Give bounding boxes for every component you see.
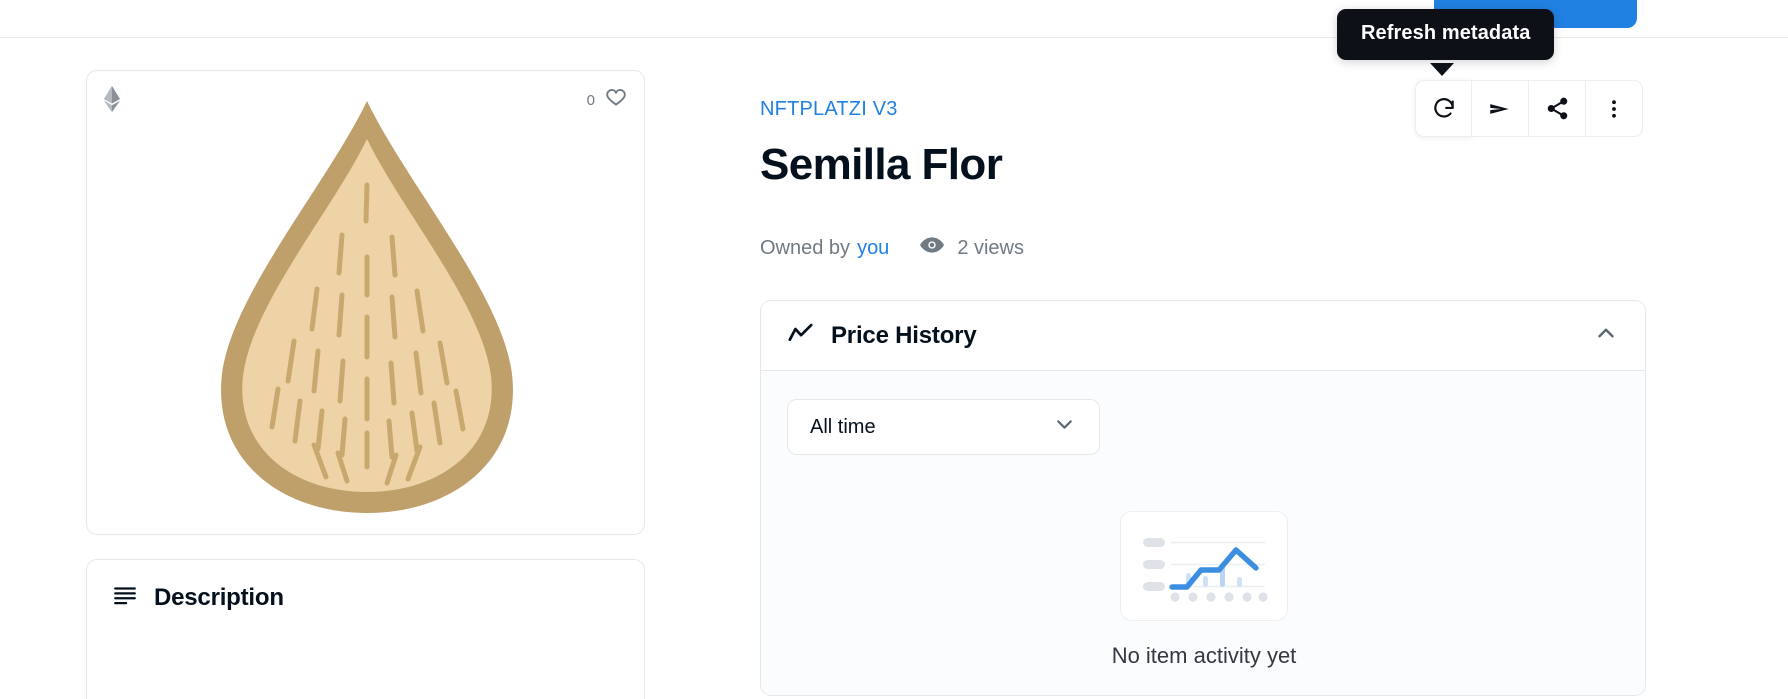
nft-artwork (87, 71, 644, 534)
ethereum-icon (101, 85, 123, 113)
like-counter[interactable]: 0 (587, 86, 628, 114)
list-lines-icon (112, 582, 138, 613)
price-history-title: Price History (831, 321, 977, 349)
refresh-icon (1431, 96, 1457, 122)
collection-link[interactable]: NFTPLATZI V3 (760, 98, 898, 121)
time-range-value: All time (810, 415, 876, 438)
empty-state-text: No item activity yet (1111, 643, 1297, 668)
share-button[interactable] (1529, 80, 1586, 137)
description-card: Description (86, 559, 645, 699)
like-count: 0 (586, 91, 595, 109)
refresh-metadata-tooltip: Refresh metadata (1337, 9, 1555, 60)
owner-link[interactable]: you (857, 237, 889, 260)
chart-placeholder-icon (1120, 511, 1288, 621)
send-icon (1487, 96, 1513, 122)
price-history-header[interactable]: Price History (761, 301, 1645, 371)
transfer-button[interactable] (1472, 80, 1529, 137)
time-range-select[interactable]: All time (787, 399, 1100, 455)
item-title: Semilla Flor (760, 140, 1003, 189)
tooltip-arrow (1430, 63, 1454, 76)
price-history-panel: Price History All time No item activity … (760, 300, 1646, 696)
chevron-down-icon (1052, 412, 1077, 442)
item-action-bar (1415, 80, 1643, 137)
price-history-empty-state: No item activity yet (761, 511, 1645, 669)
trending-line-icon (787, 320, 814, 352)
owner-and-views-row: Owned by you 2 views (760, 232, 1024, 264)
share-icon (1545, 96, 1570, 121)
refresh-metadata-button[interactable] (1415, 80, 1472, 137)
nft-artwork-card: 0 (86, 70, 645, 535)
almond-seed-illustration (220, 100, 513, 513)
price-history-body: All time No item activity yet (761, 371, 1645, 695)
description-title: Description (154, 583, 284, 611)
more-options-button[interactable] (1586, 80, 1643, 137)
heart-icon[interactable] (604, 86, 628, 114)
description-header[interactable]: Description (87, 560, 644, 635)
views-count: 2 views (957, 236, 1025, 259)
more-vertical-icon (1602, 97, 1626, 121)
eye-icon (919, 232, 945, 264)
owned-by-label: Owned by (760, 236, 851, 259)
chevron-up-icon[interactable] (1593, 320, 1619, 351)
